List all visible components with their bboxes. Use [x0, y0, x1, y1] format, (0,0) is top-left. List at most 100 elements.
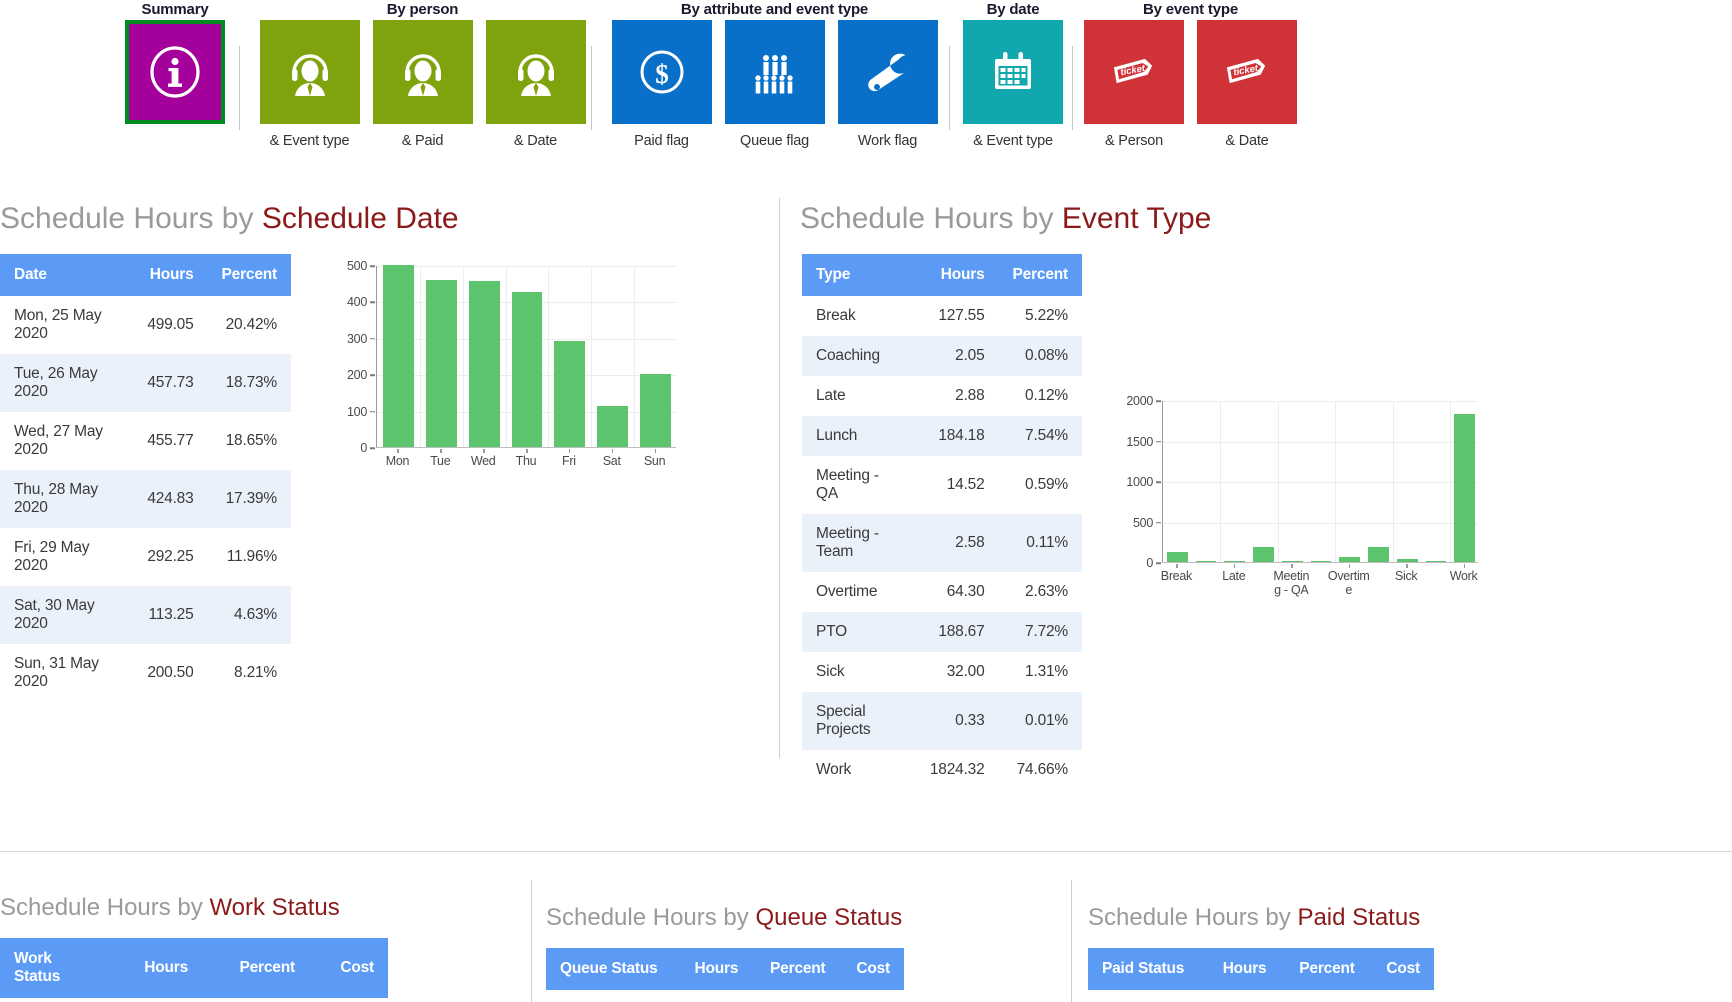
- toolbar-tile-queue-flag[interactable]: Queue flag: [724, 20, 825, 149]
- col-header-percent[interactable]: Percent: [207, 254, 291, 296]
- tile-button-event-person[interactable]: ticket: [1084, 20, 1184, 124]
- chart-gridline: [419, 266, 421, 447]
- table-row[interactable]: Special Projects 0.33 0.01%: [802, 692, 1082, 750]
- table-row[interactable]: Late 2.88 0.12%: [802, 376, 1082, 416]
- col-header-hours[interactable]: Hours: [1204, 948, 1281, 990]
- cell-hours: 1824.32: [929, 761, 985, 778]
- chart-bar[interactable]: [468, 281, 500, 447]
- table-row[interactable]: Thu, 28 May 2020 424.83 17.39%: [0, 470, 291, 528]
- col-header-date[interactable]: Date: [0, 254, 134, 296]
- panel-title-prefix: Schedule Hours by: [1088, 904, 1298, 931]
- chart-bar[interactable]: [383, 265, 414, 447]
- toolbar-group-title: Summary: [141, 1, 209, 18]
- cell-percent: 0.01%: [1025, 712, 1068, 729]
- col-header-percent[interactable]: Percent: [202, 938, 309, 998]
- tile-button-person-date[interactable]: [485, 20, 586, 124]
- col-header-hours[interactable]: Hours: [133, 254, 208, 296]
- table-row[interactable]: Tue, 26 May 2020 457.73 18.73%: [0, 354, 291, 412]
- tile-button-event-date[interactable]: ticket: [1197, 20, 1297, 124]
- table-row[interactable]: Work 1824.32 74.66%: [802, 750, 1082, 790]
- tile-button-date-event-type[interactable]: [963, 20, 1063, 124]
- table-row[interactable]: Coaching 2.05 0.08%: [802, 336, 1082, 376]
- table-row[interactable]: Wed, 27 May 2020 455.77 18.65%: [0, 412, 291, 470]
- chart-bar[interactable]: [1396, 559, 1418, 562]
- col-header-cost[interactable]: Cost: [839, 948, 904, 990]
- col-header-type[interactable]: Type: [802, 254, 916, 296]
- tile-button-person-paid[interactable]: [372, 20, 473, 124]
- col-header-hours[interactable]: Hours: [110, 938, 202, 998]
- cell-date: Sun, 31 May 2020: [14, 655, 99, 690]
- tile-button-queue-flag[interactable]: [724, 20, 825, 124]
- chart-bar[interactable]: [511, 292, 543, 447]
- cell-date: Fri, 29 May 2020: [14, 539, 90, 574]
- chart-bar[interactable]: [597, 405, 629, 447]
- panel-title-highlight: Schedule Date: [261, 202, 459, 235]
- col-header-percent[interactable]: Percent: [1280, 948, 1369, 990]
- chart-bar[interactable]: [1425, 560, 1447, 562]
- col-header-cost[interactable]: Cost: [1368, 948, 1434, 990]
- chart-bar[interactable]: [554, 340, 586, 447]
- chart-bar[interactable]: [1454, 414, 1475, 562]
- chart-gridline: [1220, 401, 1222, 562]
- chart-bar[interactable]: [1310, 560, 1332, 562]
- table-row[interactable]: Break 127.55 5.22%: [802, 296, 1082, 336]
- table-row[interactable]: Overtime 64.30 2.63%: [802, 572, 1082, 612]
- bottom-section-divider: [0, 851, 1732, 852]
- chart-x-tick-mark: [397, 449, 399, 453]
- toolbar-tile-paid-flag[interactable]: $ Paid flag: [611, 20, 712, 149]
- table-row[interactable]: Sat, 30 May 2020 113.25 4.63%: [0, 586, 291, 644]
- cell-type: Work: [816, 761, 852, 778]
- toolbar-tile-person-paid[interactable]: & Paid: [372, 20, 473, 149]
- tile-button-person-event-type[interactable]: [259, 20, 360, 124]
- chart-bar[interactable]: [1195, 560, 1217, 562]
- col-header-cost[interactable]: Cost: [308, 938, 388, 998]
- chart-bar[interactable]: [640, 374, 671, 447]
- chart-y-tick-label: 0: [1146, 556, 1153, 570]
- table-row[interactable]: Sun, 31 May 2020 200.50 8.21%: [0, 644, 291, 702]
- chart-bar[interactable]: [1339, 556, 1361, 562]
- tile-button-work-flag[interactable]: [837, 20, 938, 124]
- cell-date: Tue, 26 May 2020: [14, 365, 98, 400]
- toolbar-tile-person-event-type[interactable]: & Event type: [259, 20, 360, 149]
- col-header-hours[interactable]: Hours: [677, 948, 753, 990]
- table-row[interactable]: Lunch 184.18 7.54%: [802, 416, 1082, 456]
- col-header-queue-status[interactable]: Queue Status: [546, 948, 678, 990]
- chart-y-tick-label: 0: [360, 441, 367, 455]
- toolbar-group-by-event-type: By event type ticket & Person ticket & D…: [1084, 0, 1297, 149]
- table-row[interactable]: PTO 188.67 7.72%: [802, 612, 1082, 652]
- col-header-percent[interactable]: Percent: [998, 254, 1082, 296]
- toolbar-tile-summary[interactable]: [125, 20, 225, 133]
- chart-bar[interactable]: [1368, 546, 1389, 562]
- table-row[interactable]: Meeting - Team 2.58 0.11%: [802, 514, 1082, 572]
- toolbar-tile-person-date[interactable]: & Date: [485, 20, 586, 149]
- chart-bar[interactable]: [1224, 560, 1246, 562]
- col-header-paid-status[interactable]: Paid Status: [1088, 948, 1205, 990]
- tile-label: & Date: [513, 133, 558, 149]
- chart-x-tick-label: Mon: [385, 454, 410, 468]
- tile-button-summary[interactable]: [125, 20, 225, 124]
- col-header-percent[interactable]: Percent: [752, 948, 840, 990]
- toolbar-tile-event-person[interactable]: ticket & Person: [1084, 20, 1184, 149]
- table-row[interactable]: Sick 32.00 1.31%: [802, 652, 1082, 692]
- chart-y-tick-label: 2000: [1126, 394, 1153, 408]
- chart-x-tick-mark: [1406, 564, 1408, 568]
- toolbar-separator: [591, 46, 592, 130]
- toolbar-tile-event-date[interactable]: ticket & Date: [1197, 20, 1297, 149]
- col-header-work-status[interactable]: Work Status: [0, 938, 110, 998]
- toolbar-tile-work-flag[interactable]: Work flag: [837, 20, 938, 149]
- toolbar-group-title: By attribute and event type: [680, 1, 869, 18]
- chart-y-tick-label: 1500: [1126, 434, 1153, 449]
- col-header-hours[interactable]: Hours: [915, 254, 999, 296]
- chart-gridline: [1163, 401, 1478, 402]
- chart-schedule-date: 0 100 200 300 400 500 Mon Tue Wed Thu Fri Sat Sun: [320, 256, 700, 476]
- chart-bar[interactable]: [1167, 551, 1188, 562]
- chart-bar[interactable]: [1281, 560, 1303, 562]
- table-row[interactable]: Fri, 29 May 2020 292.25 11.96%: [0, 528, 291, 586]
- table-row[interactable]: Meeting - QA 14.52 0.59%: [802, 456, 1082, 514]
- panel-schedule-date: Schedule Hours by Schedule Date Date Hou…: [0, 196, 778, 846]
- table-row[interactable]: Mon, 25 May 2020 499.05 20.42%: [0, 296, 291, 354]
- tile-button-paid-flag[interactable]: $: [611, 20, 712, 124]
- chart-bar[interactable]: [425, 280, 457, 447]
- chart-bar[interactable]: [1253, 547, 1274, 562]
- toolbar-tile-date-event-type[interactable]: & Event type: [963, 20, 1063, 149]
